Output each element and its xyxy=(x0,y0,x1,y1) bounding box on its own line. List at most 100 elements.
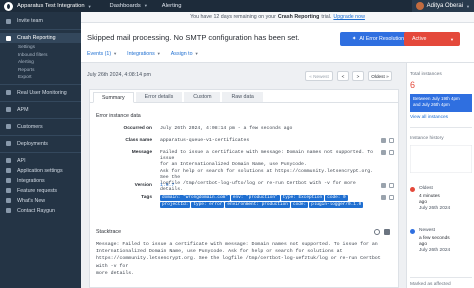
bug-icon xyxy=(6,35,11,41)
newest-button[interactable]: « Newest xyxy=(305,71,333,81)
page-title: Skipped mail processing. No SMTP configu… xyxy=(87,33,300,42)
oldest-label: Oldest xyxy=(419,186,433,191)
stacktrace-body: Message: Failed to issue a certificate w… xyxy=(96,242,381,276)
menu-alerting[interactable]: Alerting xyxy=(162,3,182,9)
stacktrace-title: Stacktrace xyxy=(96,229,122,235)
copy-icon[interactable] xyxy=(389,183,394,188)
sidebar-item-crash-reporting[interactable]: Crash Reporting xyxy=(0,33,81,43)
user-name: Aditya Oberai xyxy=(426,3,464,9)
app-switcher[interactable]: Apparatus Test Integration ▼ xyxy=(0,0,96,12)
tag[interactable]: environment: production xyxy=(225,201,290,208)
tag[interactable]: type: Exception xyxy=(280,195,325,201)
view-all-instances-link[interactable]: View all instances xyxy=(410,115,448,120)
sidebar-item-apm[interactable]: APM xyxy=(0,105,81,115)
sidebar: Invite team Crash Reporting Settings Inb… xyxy=(0,12,81,288)
tab-raw-data[interactable]: Raw data xyxy=(222,92,263,102)
filter-icon[interactable] xyxy=(381,183,386,188)
sidebar-item-feature-requests[interactable]: Feature requests xyxy=(0,186,81,196)
tag[interactable]: domain: "wrongdomain.com" xyxy=(160,195,230,201)
sidebar-item-api[interactable]: API xyxy=(0,156,81,166)
newest-label: Newest xyxy=(419,228,435,233)
chevron-down-icon: ▼ xyxy=(87,3,92,9)
chevron-down-icon: ▼ xyxy=(194,51,199,56)
sidebar-item-real-user-monitoring[interactable]: Real User Monitoring xyxy=(0,88,81,98)
avatar xyxy=(415,2,424,10)
tag[interactable]: code: xyxy=(290,201,309,208)
status-dropdown-button[interactable]: Active ▼ xyxy=(404,32,460,46)
menu-dashboards[interactable]: Dashboards ▼ xyxy=(110,3,148,9)
sidebar-item-deployments[interactable]: Deployments xyxy=(0,139,81,149)
chevron-down-icon: ▼ xyxy=(450,36,454,42)
events-dropdown[interactable]: Events (1) ▼ xyxy=(87,51,117,57)
gear-icon xyxy=(6,168,11,173)
sidebar-subitem-export[interactable]: Export xyxy=(0,73,81,81)
tag[interactable]: code: 0 xyxy=(325,195,348,201)
newest-dot-icon xyxy=(410,229,415,234)
divider xyxy=(410,277,472,278)
date-range-box[interactable]: Between July 19th 4pm and July 26th 4pm xyxy=(410,94,472,112)
sidebar-subitem-reports[interactable]: Reports xyxy=(0,66,81,74)
divider xyxy=(0,134,81,136)
plug-icon xyxy=(6,178,11,183)
section-title: Error instance data xyxy=(96,113,141,119)
instance-history-label: Instance history xyxy=(410,136,444,141)
copy-icon[interactable] xyxy=(384,229,390,235)
newest-value: a few seconds ago July 26th 2024 xyxy=(419,236,451,253)
instances-panel: Total instances 6 Between July 19th 4pm … xyxy=(406,63,474,288)
tag[interactable]: plugin-logger/0.1.0 xyxy=(309,201,364,208)
prev-button[interactable]: < xyxy=(337,71,349,81)
tags-list: domain: "wrongdomain.com" env: "productio… xyxy=(160,195,374,209)
occurred-on-value: July 26th 2024, 4:08:14 pm - a few secon… xyxy=(160,126,293,131)
integrations-dropdown[interactable]: Integrations ▼ xyxy=(127,51,161,57)
sparkle-icon: ✦ xyxy=(351,36,357,42)
divider xyxy=(0,29,81,30)
sidebar-item-contact-raygun[interactable]: Contact Raygun xyxy=(0,206,81,216)
top-bar: Apparatus Test Integration ▼ Dashboards ▼… xyxy=(0,0,474,12)
assign-to-dropdown[interactable]: Assign to ▼ xyxy=(171,51,199,57)
tab-custom[interactable]: Custom xyxy=(184,92,221,102)
divider xyxy=(0,100,81,102)
rocket-icon xyxy=(6,141,11,146)
copy-icon[interactable] xyxy=(389,195,394,200)
total-instances-label: Total instances xyxy=(410,72,442,77)
next-button[interactable]: > xyxy=(352,71,364,81)
sidebar-subitem-inbound-filters[interactable]: Inbound filters xyxy=(0,51,81,59)
filter-icon[interactable] xyxy=(381,150,386,155)
sidebar-item-customers[interactable]: Customers xyxy=(0,122,81,132)
sidebar-subitem-alerting[interactable]: Alerting xyxy=(0,58,81,66)
user-menu[interactable]: Aditya Oberai ▼ xyxy=(411,0,474,12)
filter-icon[interactable] xyxy=(381,138,386,143)
sidebar-item-whats-new[interactable]: What's New xyxy=(0,196,81,206)
code-icon xyxy=(6,158,11,163)
tab-summary[interactable]: Summary xyxy=(93,92,134,103)
tag[interactable]: type: error xyxy=(191,201,225,208)
app-name: Apparatus Test Integration xyxy=(17,3,85,9)
upgrade-link[interactable]: Upgrade now xyxy=(333,14,365,20)
copy-icon[interactable] xyxy=(389,150,394,155)
users-icon xyxy=(6,124,11,129)
trial-banner: You have 12 days remaining on your Crash… xyxy=(81,12,474,23)
tag[interactable]: projectId: xyxy=(160,201,191,208)
chat-icon xyxy=(6,208,11,213)
settings-icon[interactable] xyxy=(374,229,380,235)
oldest-button[interactable]: Oldest » xyxy=(368,71,392,81)
error-header: Skipped mail processing. No SMTP configu… xyxy=(81,23,474,63)
sidebar-item-application-settings[interactable]: Application settings xyxy=(0,166,81,176)
instance-date: July 26th 2024, 4:08:14 pm xyxy=(87,72,151,78)
total-instances-count: 6 xyxy=(410,80,416,90)
tab-error-details[interactable]: Error details xyxy=(135,92,183,102)
filter-icon[interactable] xyxy=(381,195,386,200)
class-name-value: apparatus-queue-v1-certificates xyxy=(160,138,250,143)
history-chart xyxy=(410,145,472,173)
error-detail-card: Summary Error details Custom Raw data Er… xyxy=(89,89,399,288)
tag[interactable]: env: "production" xyxy=(230,195,280,201)
sidebar-subitem-settings[interactable]: Settings xyxy=(0,43,81,51)
instance-toolbar: July 26th 2024, 4:08:14 pm « Newest < > … xyxy=(81,63,406,87)
sidebar-item-integrations[interactable]: Integrations xyxy=(0,176,81,186)
divider xyxy=(0,117,81,119)
oldest-dot-icon xyxy=(410,187,415,192)
gift-icon xyxy=(6,198,11,203)
marked-affected-label: Marked as affected xyxy=(410,282,451,287)
sidebar-item-invite-team[interactable]: Invite team xyxy=(0,16,81,26)
copy-icon[interactable] xyxy=(389,138,394,143)
